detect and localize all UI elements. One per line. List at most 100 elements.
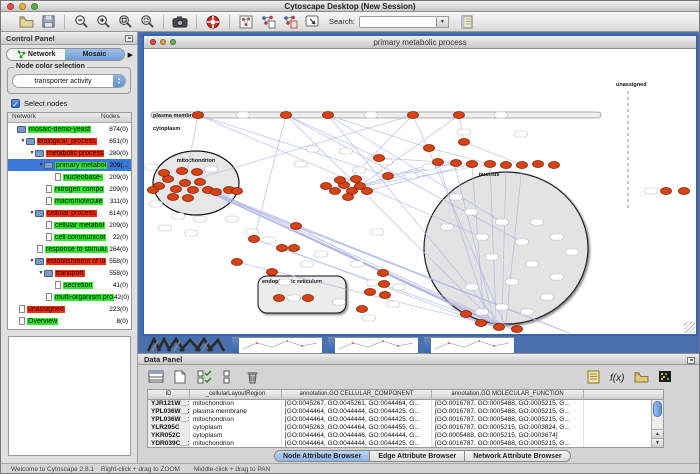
column-header-3[interactable]: annotation.GO MOLECULAR_FUNCTION xyxy=(432,390,584,399)
network-node[interactable] xyxy=(291,223,302,230)
tab-mosaic[interactable]: Mosaic xyxy=(65,49,123,60)
network-node[interactable] xyxy=(501,162,512,169)
tree-row-primary-metabol[interactable]: ▼primary metabol209(... xyxy=(8,159,131,171)
scroll-up-icon[interactable]: ▲ xyxy=(652,429,663,438)
network-node[interactable] xyxy=(454,112,465,119)
network-node[interactable] xyxy=(378,270,389,277)
network-node[interactable] xyxy=(168,194,179,201)
tree-row-transport[interactable]: ▼transport558(0) xyxy=(8,267,131,279)
tab-edge-attribute-browser[interactable]: Edge Attribute Browser xyxy=(370,451,465,461)
network-node[interactable] xyxy=(274,295,285,302)
tree-row-cellular-metabol[interactable]: cellular metabol209(0) xyxy=(8,219,131,231)
network-node[interactable] xyxy=(357,306,368,313)
network-node[interactable] xyxy=(533,161,544,168)
annotation-icon[interactable] xyxy=(302,13,322,30)
overview-window-thumbnail[interactable] xyxy=(146,337,226,353)
network-node[interactable] xyxy=(467,161,478,168)
network-node[interactable] xyxy=(379,281,390,288)
attribute-table-icon[interactable] xyxy=(146,368,166,385)
network-node[interactable] xyxy=(424,145,435,152)
destroy-network-icon[interactable] xyxy=(280,13,300,30)
matrix-view-icon[interactable] xyxy=(655,368,675,385)
tree-row-cell-communicat[interactable]: cell communicat22(0) xyxy=(8,231,131,243)
network-node[interactable] xyxy=(476,320,487,327)
tree-row-overview[interactable]: Overview8(0) xyxy=(8,315,131,327)
network-node[interactable] xyxy=(289,245,300,252)
network-node[interactable] xyxy=(183,195,194,202)
network-node[interactable] xyxy=(177,168,188,175)
network-node[interactable] xyxy=(232,188,243,195)
tree-row-multi-organism-pro[interactable]: multi-organism pro42(0) xyxy=(8,291,131,303)
tree-row-nucleobase-[interactable]: nucleobase-209(0) xyxy=(8,171,131,183)
tree-row-secretion[interactable]: secretion41(0) xyxy=(8,279,131,291)
tree-row-establishment-of-lo[interactable]: ▼establishment of lo558(0) xyxy=(8,255,131,267)
network-node[interactable] xyxy=(330,188,341,195)
network-node[interactable] xyxy=(494,324,505,331)
help-icon[interactable] xyxy=(203,13,223,30)
network-node[interactable] xyxy=(451,160,462,167)
node-color-dropdown[interactable]: transporter activity ▲▼ xyxy=(12,74,126,88)
network-window-thumbnail-2[interactable] xyxy=(328,337,418,353)
network-node[interactable] xyxy=(180,180,191,187)
snapshot-icon[interactable] xyxy=(170,13,190,30)
save-icon[interactable] xyxy=(38,13,58,30)
tree-row-mosaic-demo-yeast[interactable]: mosaic-demo-yeast874(0) xyxy=(8,123,131,135)
network-node[interactable] xyxy=(148,187,159,194)
network-node[interactable] xyxy=(192,169,203,176)
network-node[interactable] xyxy=(195,179,206,186)
network-node[interactable] xyxy=(383,173,394,180)
table-row-YLR295C[interactable]: YLR295Ccytoplasm[GO:0045263, GO:0044464,… xyxy=(148,424,663,432)
zoom-selected-icon[interactable] xyxy=(137,13,157,30)
table-scrollbar[interactable]: ▲ ▼ xyxy=(651,400,663,447)
table-row-YPL036W__1[interactable]: YPL036W__1mitochondrion[GO:0044464, GO:0… xyxy=(148,416,663,424)
network-node[interactable] xyxy=(159,170,170,177)
network-node[interactable] xyxy=(365,289,376,296)
column-header-1[interactable]: _cellularLayoutRegion xyxy=(190,390,282,399)
float-panel-icon[interactable] xyxy=(125,35,133,42)
network-window-thumbnail-3[interactable] xyxy=(424,337,514,353)
network-node[interactable] xyxy=(408,112,419,119)
network-node[interactable] xyxy=(321,183,332,190)
column-header-2[interactable]: annotation.GO CELLULAR_COMPONENT xyxy=(282,390,432,399)
network-node[interactable] xyxy=(433,159,444,166)
network-node[interactable] xyxy=(277,245,288,252)
table-row-YKR052C[interactable]: YKR052Ccytoplasm[GO:0044464, GO:0044446,… xyxy=(148,432,663,440)
table-row-YJR121W__1[interactable]: YJR121W__1mitochondrion[GO:0045267, GO:0… xyxy=(148,400,663,408)
delete-attribute-icon[interactable] xyxy=(242,368,262,385)
tree-row-metabolic-process[interactable]: ▼metabolic process280(0) xyxy=(8,147,131,159)
network-node[interactable] xyxy=(232,259,243,266)
open-icon[interactable] xyxy=(16,13,36,30)
search-input[interactable] xyxy=(359,16,437,28)
scroll-down-icon[interactable]: ▼ xyxy=(652,438,663,447)
import-attributes-icon[interactable] xyxy=(631,368,651,385)
network-node[interactable] xyxy=(171,186,182,193)
tree-row-unassigned[interactable]: unassigned223(0) xyxy=(8,303,131,315)
create-network-icon[interactable] xyxy=(258,13,278,30)
float-data-panel-icon[interactable] xyxy=(687,357,695,364)
network-window-thumbnail-1[interactable] xyxy=(232,337,322,353)
tree-row-nitrogen-compo[interactable]: nitrogen compo209(0) xyxy=(8,183,131,195)
resize-grip-icon[interactable] xyxy=(684,322,695,333)
network-view-titlebar[interactable]: primary metabolic process xyxy=(144,36,696,49)
network-node[interactable] xyxy=(249,236,260,243)
table-row-YPL036W__2[interactable]: YPL036W__2plasma membrane[GO:0044464, GO… xyxy=(148,408,663,416)
network-node[interactable] xyxy=(512,326,523,333)
column-header-0[interactable]: ID xyxy=(148,390,190,399)
network-node[interactable] xyxy=(351,176,362,183)
network-node[interactable] xyxy=(281,112,292,119)
network-node[interactable] xyxy=(679,188,690,195)
network-node[interactable] xyxy=(380,292,391,299)
network-node[interactable] xyxy=(211,189,222,196)
zoom-out-icon[interactable] xyxy=(71,13,91,30)
network-node[interactable] xyxy=(323,112,334,119)
more-tabs-arrow-icon[interactable]: ▶ xyxy=(128,51,133,59)
tree-row-biological-process[interactable]: ▼biological_process651(0) xyxy=(8,135,131,147)
function-builder-icon[interactable]: f(x) xyxy=(607,368,627,385)
network-node[interactable] xyxy=(661,188,672,195)
select-nodes-checkbox[interactable]: ✓ xyxy=(11,99,20,108)
network-node[interactable] xyxy=(461,311,472,318)
network-canvas[interactable]: plasma membranecytoplasmmitochondrionnuc… xyxy=(144,49,696,334)
search-config-icon[interactable] xyxy=(457,13,477,30)
network-node[interactable] xyxy=(303,295,314,302)
new-attribute-icon[interactable] xyxy=(170,368,190,385)
